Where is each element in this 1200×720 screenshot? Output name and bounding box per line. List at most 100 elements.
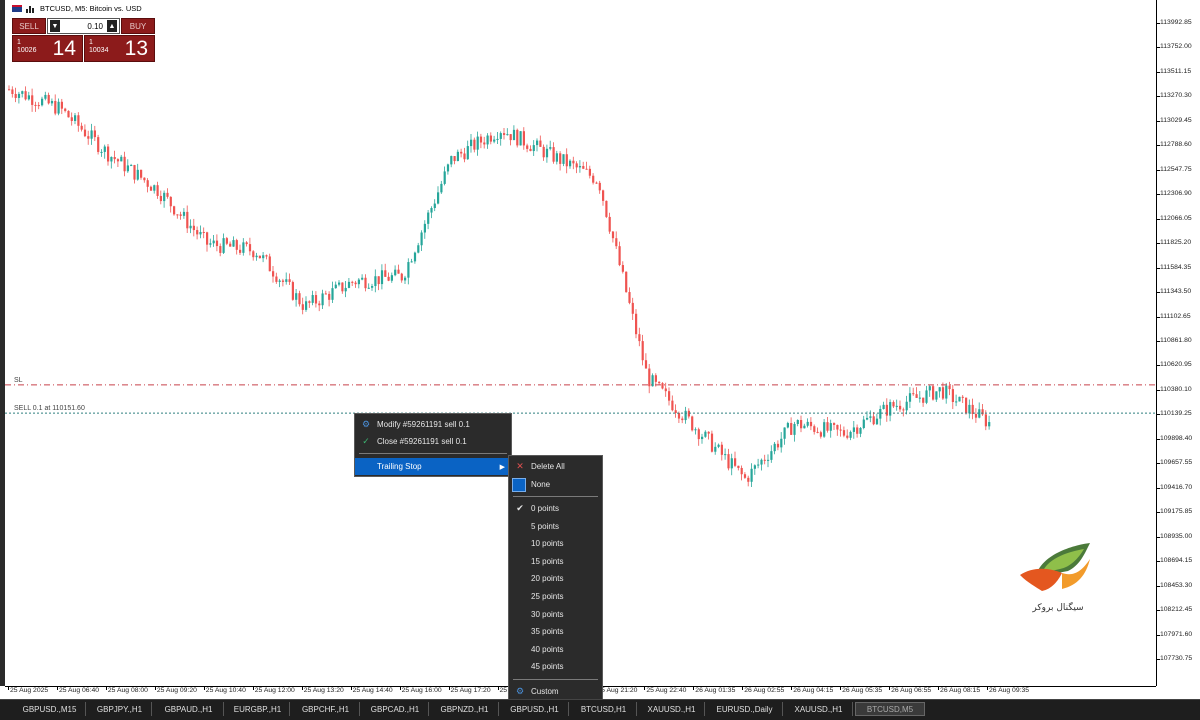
flag-icon xyxy=(12,5,22,12)
submenu-points-option[interactable]: 20 points xyxy=(509,570,602,587)
chart-tab[interactable]: GBPNZD.,H1 xyxy=(431,702,499,716)
chart-tab[interactable]: XAUUSD.,H1 xyxy=(785,702,853,716)
submenu-delete-all[interactable]: ✕ Delete All xyxy=(509,458,602,475)
candle-body xyxy=(813,426,816,432)
sell-price-main: 10026 xyxy=(17,47,37,54)
candle-body xyxy=(671,400,674,411)
candle-body xyxy=(169,196,172,207)
submenu-points-option[interactable]: 5 points xyxy=(509,518,602,535)
candle-body xyxy=(479,136,483,143)
submenu-points-option[interactable]: 10 points xyxy=(509,535,602,552)
candle-body xyxy=(374,276,377,287)
chart-tab[interactable]: GBPUSD.,M15 xyxy=(14,702,86,716)
candle-body xyxy=(192,225,195,231)
menu-item-modify[interactable]: ⚙ Modify #59261191 sell 0.1 xyxy=(355,416,511,433)
candle-body xyxy=(803,425,806,429)
candle-body xyxy=(503,133,506,135)
lot-value[interactable]: 0.10 xyxy=(87,22,103,31)
candle-body xyxy=(225,238,228,244)
submenu-points-option[interactable]: 35 points xyxy=(509,623,602,640)
chart-tab[interactable]: BTCUSD,H1 xyxy=(571,702,637,716)
candle-body xyxy=(615,238,618,247)
time-label: 25 Aug 21:20 xyxy=(595,687,638,694)
chart-tab[interactable]: GBPUSD.,H1 xyxy=(501,702,569,716)
chart-tab[interactable]: GBPCAD.,H1 xyxy=(362,702,429,716)
sell-price-box[interactable]: 1 10026 14 xyxy=(12,35,83,62)
lot-increase-icon[interactable]: ▲ xyxy=(107,20,117,32)
buy-price-prefix: 1 xyxy=(89,39,93,46)
submenu-none[interactable]: None xyxy=(509,476,602,493)
candle-body xyxy=(476,136,479,150)
chart-tab[interactable]: XAUUSD.,H1 xyxy=(639,702,705,716)
time-label: 26 Aug 04:15 xyxy=(791,687,834,694)
chart-tab[interactable]: GBPJPY.,H1 xyxy=(88,702,152,716)
lot-size-input[interactable]: ▼ 0.10 ▲ xyxy=(47,18,120,34)
menu-item-close[interactable]: ✓ Close #59261191 sell 0.1 xyxy=(355,433,511,450)
price-label: 112788.60 xyxy=(1160,141,1192,149)
candle-body xyxy=(341,282,344,292)
submenu-points-label: 40 points xyxy=(531,644,564,654)
submenu-points-option[interactable]: ✔ 0 points xyxy=(509,500,602,517)
close-icon: ✕ xyxy=(516,461,524,471)
candle-body xyxy=(635,313,638,335)
candle-body xyxy=(427,212,430,224)
candle-body xyxy=(450,156,453,165)
chart-title: BTCUSD, M5: Bitcoin vs. USD xyxy=(12,4,142,13)
candle-body xyxy=(945,385,948,399)
submenu-points-option[interactable]: 40 points xyxy=(509,641,602,658)
buy-price-box[interactable]: 1 10034 13 xyxy=(84,35,155,62)
chart-tab[interactable]: BTCUSD,M5 xyxy=(855,702,925,716)
candle-body xyxy=(288,279,291,283)
candle-body xyxy=(367,287,370,289)
buy-button[interactable]: BUY xyxy=(121,18,155,34)
candle-body xyxy=(159,195,162,202)
candle-body xyxy=(545,148,549,158)
candle-body xyxy=(222,238,225,253)
candle-body xyxy=(232,240,235,247)
candle-body xyxy=(83,129,87,137)
candle-body xyxy=(796,420,799,424)
submenu-points-option[interactable]: 25 points xyxy=(509,588,602,605)
candle-body xyxy=(21,91,24,94)
submenu-custom[interactable]: ⚙ Custom xyxy=(509,683,602,700)
price-label: 108694.15 xyxy=(1160,557,1193,565)
menu-item-trailing-stop[interactable]: Trailing Stop ▶ xyxy=(355,458,511,475)
candle-body xyxy=(413,252,417,262)
candle-body xyxy=(826,422,829,431)
candle-body xyxy=(625,271,628,293)
candle-body xyxy=(182,211,186,216)
candle-body xyxy=(588,168,591,176)
candle-body xyxy=(110,157,113,162)
candle-body xyxy=(387,276,390,281)
sell-button[interactable]: SELL xyxy=(12,18,46,34)
chart-tab[interactable]: EURGBP.,H1 xyxy=(226,702,290,716)
submenu-points-option[interactable]: 45 points xyxy=(509,658,602,675)
candle-body xyxy=(872,416,875,425)
price-axis[interactable]: 113992.85 113752.00 113511.15 113270.30 1130… xyxy=(1156,0,1200,686)
candle-body xyxy=(717,444,720,447)
candle-body xyxy=(130,165,133,167)
candle-body xyxy=(908,393,912,402)
candle-body xyxy=(245,242,248,245)
candle-body xyxy=(582,166,585,169)
lot-decrease-icon[interactable]: ▼ xyxy=(50,20,60,32)
candle-body xyxy=(67,110,70,118)
chart-tab[interactable]: GBPCHF.,H1 xyxy=(292,702,360,716)
chart-tab[interactable]: EURUSD.,Daily xyxy=(707,702,783,716)
chart-tab[interactable]: GBPAUD.,H1 xyxy=(154,702,224,716)
checkmark-icon: ✔ xyxy=(516,503,524,513)
candle-body xyxy=(968,404,971,414)
candle-body xyxy=(258,255,261,259)
submenu-points-option[interactable]: 30 points xyxy=(509,606,602,623)
candle-body xyxy=(836,424,839,430)
candle-body xyxy=(941,387,945,399)
candle-body xyxy=(641,341,644,361)
candle-body xyxy=(473,139,476,150)
submenu-points-option[interactable]: 15 points xyxy=(509,553,602,570)
candle-body xyxy=(885,404,888,416)
candle-body xyxy=(397,269,400,274)
candle-body xyxy=(664,388,667,392)
price-label: 111102.65 xyxy=(1160,312,1191,320)
candle-body xyxy=(532,145,535,152)
menu-separator xyxy=(359,453,507,454)
